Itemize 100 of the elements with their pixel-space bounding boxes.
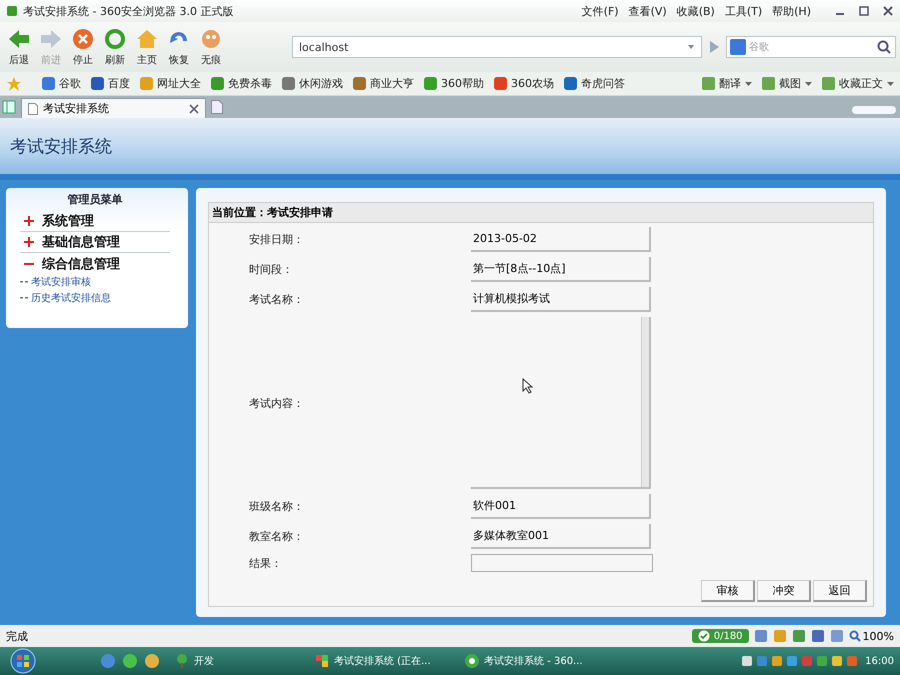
submenu-link[interactable]: 历史考试安排信息: [20, 290, 170, 306]
bookmark-link[interactable]: 360帮助: [424, 76, 484, 91]
plus-icon: [24, 237, 34, 247]
tray-icon[interactable]: [741, 655, 754, 667]
menu-group[interactable]: 综合信息管理: [20, 253, 170, 274]
window-title: 考试安排系统 - 360安全浏览器 3.0 正式版: [23, 4, 234, 18]
site-icon: [42, 77, 55, 90]
nav-button[interactable]: 刷新: [100, 27, 130, 67]
status-tool-icon[interactable]: [830, 629, 844, 643]
form-button[interactable]: 返回: [813, 580, 867, 602]
tray-icon[interactable]: [816, 655, 828, 667]
status-tool-icon[interactable]: [754, 629, 768, 643]
quick-launch-icon[interactable]: [144, 653, 160, 669]
arrow-left-icon: [7, 27, 31, 51]
bookmark-link[interactable]: 网址大全: [140, 76, 201, 91]
menu-item[interactable]: 工具(T): [724, 4, 762, 18]
menu-item[interactable]: 收藏(B): [676, 4, 715, 18]
status-tool-icon[interactable]: [810, 629, 825, 643]
browser-logo-icon: [464, 653, 480, 669]
go-arrow-icon[interactable]: [708, 40, 720, 54]
site-icon: [564, 77, 577, 90]
address-field[interactable]: localhost: [292, 36, 702, 58]
security-counter[interactable]: 0/180: [692, 629, 749, 643]
sidebar-toggle-icon[interactable]: [2, 100, 16, 114]
toolbar-button[interactable]: 截图: [762, 76, 812, 91]
search-icon[interactable]: [876, 39, 892, 55]
refresh-icon: [103, 27, 127, 51]
scrollbar[interactable]: [641, 317, 649, 487]
toolbar-button[interactable]: 收藏正文: [822, 76, 894, 91]
colorful-icon: [314, 653, 330, 669]
tool-icon: [702, 77, 715, 90]
dropdown-caret-icon[interactable]: [687, 43, 695, 51]
mask-icon: [199, 27, 223, 51]
menu-item[interactable]: 文件(F): [582, 4, 619, 18]
tray-icon[interactable]: [771, 655, 784, 667]
zoom-control[interactable]: 100%: [848, 630, 894, 642]
tree-icon: [174, 653, 190, 669]
input-field[interactable]: [471, 554, 653, 572]
text-area[interactable]: [471, 317, 651, 489]
stop-icon: [71, 27, 95, 51]
bookmark-link[interactable]: 谷歌: [42, 76, 81, 91]
clock: 16:00: [865, 656, 894, 666]
menu-group[interactable]: 系统管理: [20, 211, 170, 232]
site-title: 考试安排系统: [10, 136, 112, 158]
bookmark-link[interactable]: 百度: [91, 76, 130, 91]
field-label: 考试内容：: [248, 396, 305, 410]
maximize-icon[interactable]: [858, 5, 870, 17]
tray-icon[interactable]: [786, 655, 798, 667]
site-icon: [353, 77, 366, 90]
form-button[interactable]: 冲突: [757, 580, 811, 602]
close-icon[interactable]: [189, 104, 199, 114]
magnifier-icon: [848, 630, 861, 642]
browser-tab[interactable]: 考试安排系统: [21, 98, 206, 118]
nav-button[interactable]: 后退: [4, 27, 34, 67]
dash-icon: [20, 295, 28, 301]
nav-button[interactable]: 恢复: [164, 27, 194, 67]
field-label: 考试名称：: [248, 292, 305, 307]
quick-launch-icon[interactable]: [122, 653, 138, 669]
bookmark-link[interactable]: 360农场: [494, 76, 554, 91]
form-button[interactable]: 审核: [701, 580, 755, 602]
status-tool-icon[interactable]: [772, 629, 787, 643]
site-icon: [494, 77, 507, 90]
menu-item[interactable]: 帮助(H): [772, 4, 811, 18]
tool-icon: [762, 77, 775, 90]
field-label: 安排日期：: [248, 232, 305, 247]
input-field[interactable]: 2013-05-02: [471, 227, 651, 252]
quick-launch-icon[interactable]: [100, 653, 116, 669]
input-field[interactable]: 软件001: [471, 494, 651, 519]
input-field[interactable]: 计算机模拟考试: [471, 287, 651, 312]
nav-button[interactable]: 无痕: [196, 27, 226, 67]
menu-item[interactable]: 查看(V): [628, 4, 667, 18]
site-icon: [140, 77, 153, 90]
browser-logo-icon: [6, 5, 18, 17]
bookmark-link[interactable]: 休闲游戏: [282, 76, 343, 91]
mouse-cursor-icon: [522, 378, 534, 394]
toolbar-button[interactable]: 翻译: [702, 76, 752, 91]
bookmark-link[interactable]: 商业大亨: [353, 76, 414, 91]
arrow-right-icon: [39, 27, 63, 51]
check-icon: [698, 630, 710, 642]
field-label: 班级名称：: [248, 499, 305, 514]
nav-button[interactable]: 主页: [132, 27, 162, 67]
nav-button[interactable]: 停止: [68, 27, 98, 67]
submenu-link[interactable]: 考试安排审核: [20, 274, 170, 290]
new-tab-icon[interactable]: [211, 100, 223, 114]
close-icon[interactable]: [882, 5, 894, 17]
taskbar-button[interactable]: 考试安排系统 (正在...: [310, 653, 450, 669]
status-text: 完成: [6, 628, 28, 644]
input-field[interactable]: 多媒体教室001: [471, 524, 651, 549]
taskbar-button[interactable]: 开发: [170, 653, 300, 669]
field-label: 教室名称：: [248, 529, 305, 544]
menu-group[interactable]: 基础信息管理: [20, 232, 170, 253]
status-tool-icon[interactable]: [792, 629, 806, 643]
tray-icon[interactable]: [831, 655, 844, 667]
star-icon[interactable]: [6, 76, 22, 92]
taskbar-button[interactable]: 考试安排系统 - 360...: [460, 653, 587, 669]
bookmark-link[interactable]: 免费杀毒: [211, 76, 272, 91]
bookmark-link[interactable]: 奇虎问答: [564, 76, 625, 91]
input-field[interactable]: 第一节[8点--10点]: [471, 257, 651, 282]
site-icon: [211, 77, 224, 90]
dash-icon: [20, 279, 28, 285]
